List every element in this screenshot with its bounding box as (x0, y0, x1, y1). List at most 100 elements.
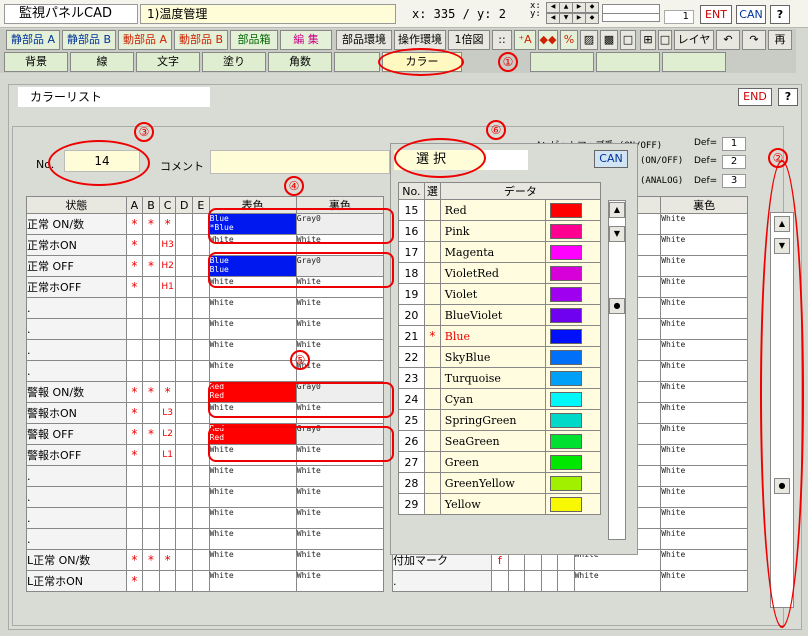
back-color-cell[interactable]: White (295, 297, 385, 319)
tab-background[interactable]: 背景 (4, 52, 68, 72)
flag-cell-c[interactable]: * (158, 381, 177, 403)
panel-help-button[interactable]: ? (778, 88, 798, 106)
flag-cell-e[interactable] (192, 486, 210, 508)
flag-cell-c[interactable] (158, 507, 177, 529)
flag-cell-d[interactable] (175, 444, 193, 466)
flag-cell-d[interactable] (175, 360, 193, 382)
color-row[interactable]: 19 Violet (398, 283, 601, 305)
zoom-slider[interactable] (602, 4, 660, 22)
nudge-dot-icon[interactable]: ◆ (585, 2, 599, 13)
flag-cell-d[interactable] (175, 255, 193, 277)
back-color-cell[interactable]: White (295, 318, 385, 340)
fill-pattern-icon[interactable]: ▩ (600, 30, 618, 50)
flag-cell-d[interactable] (175, 507, 193, 529)
flag-cell-b[interactable] (142, 318, 160, 340)
flag-cell-a[interactable]: * (125, 570, 144, 592)
tab-blank-1[interactable] (334, 52, 380, 72)
back-color-cell[interactable]: White (295, 465, 385, 487)
front-color-cell[interactable]: White (208, 486, 297, 508)
flag-cell-c[interactable]: H2 (158, 255, 177, 277)
flag-cell-e[interactable] (192, 339, 210, 361)
flag-cell-d[interactable] (175, 339, 193, 361)
front-color-cell[interactable]: White (208, 549, 297, 571)
flag-cell-c[interactable] (158, 360, 177, 382)
table-row[interactable]: . White White (26, 486, 385, 508)
flag-cell-b[interactable] (142, 360, 160, 382)
flag-cell-d[interactable] (175, 486, 193, 508)
flag-cell-a[interactable]: * (125, 213, 144, 235)
nudge-left2-icon[interactable]: ◀ (546, 13, 560, 24)
color-row[interactable]: 21 * Blue (398, 325, 601, 347)
flag-cell-b[interactable] (142, 465, 160, 487)
page-name-field[interactable]: 1)温度管理 (140, 4, 396, 24)
flag-cell-d[interactable] (175, 234, 193, 256)
nudge-left-icon[interactable]: ◀ (546, 2, 560, 13)
flag-cell-b[interactable] (142, 528, 160, 550)
table-row[interactable]: . White White (26, 339, 385, 361)
flag-cell-a[interactable]: * (125, 234, 144, 256)
frame-icon[interactable]: □ (620, 30, 636, 50)
flag-cell-a[interactable] (125, 507, 144, 529)
back-color-cell[interactable]: White (660, 255, 748, 277)
flag-cell-a[interactable] (125, 297, 144, 319)
flag-cell-e[interactable] (192, 234, 210, 256)
tab-line[interactable]: 線 (70, 52, 134, 72)
back-color-cell[interactable]: White (660, 507, 748, 529)
color-row[interactable]: 20 BlueViolet (398, 304, 601, 326)
flag-cell-e[interactable] (192, 570, 210, 592)
back-color-cell[interactable]: White (660, 549, 748, 571)
back-color-cell[interactable]: White (660, 318, 748, 340)
back-color-cell[interactable]: White (660, 360, 748, 382)
color-row[interactable]: 17 Magenta (398, 241, 601, 263)
flag-cell-d[interactable] (175, 318, 193, 340)
flag-cell-a[interactable] (125, 339, 144, 361)
back-color-cell[interactable]: White (660, 213, 748, 235)
flag-cell-b[interactable] (142, 402, 160, 424)
flag-cell-c[interactable] (158, 339, 177, 361)
back-color-cell[interactable]: White (660, 402, 748, 424)
back-color-cell[interactable]: White (295, 549, 385, 571)
back-color-cell[interactable]: White (660, 423, 748, 445)
def-c-field[interactable]: 3 (722, 174, 746, 188)
back-color-cell[interactable]: White (660, 381, 748, 403)
back-color-cell[interactable]: White (295, 360, 385, 382)
snap-icon[interactable]: ⊞ (640, 30, 656, 50)
flag-cell-a[interactable]: * (125, 549, 144, 571)
flag-cell-e[interactable] (192, 297, 210, 319)
front-color-cell[interactable]: White (208, 360, 297, 382)
front-color-cell[interactable]: White (208, 339, 297, 361)
back-color-cell[interactable]: White (295, 528, 385, 550)
redo-icon[interactable]: ↷ (742, 30, 766, 50)
enter-button[interactable]: ENT (700, 5, 732, 24)
flag-cell-d[interactable] (175, 381, 193, 403)
table-row[interactable]: . White White (26, 507, 385, 529)
flag-cell-d[interactable] (175, 213, 193, 235)
flag-cell-c[interactable] (158, 570, 177, 592)
color-row[interactable]: 22 SkyBlue (398, 346, 601, 368)
grid-icon[interactable]: :: (492, 30, 512, 50)
popup-scrollbar[interactable] (608, 200, 626, 540)
flag-cell-a[interactable] (125, 486, 144, 508)
flag-cell-b[interactable] (142, 297, 160, 319)
def-a-field[interactable]: 1 (722, 137, 746, 151)
flag-cell-b[interactable] (142, 444, 160, 466)
mark-cell[interactable] (491, 570, 509, 592)
flag-cell-b[interactable]: * (142, 423, 160, 445)
flag-cell-b[interactable] (142, 507, 160, 529)
comment-field[interactable] (210, 150, 390, 174)
flag-cell-e[interactable] (192, 507, 210, 529)
color-row[interactable]: 16 Pink (398, 220, 601, 242)
back-color-cell[interactable]: White (660, 465, 748, 487)
nudge-down-icon[interactable]: ▼ (559, 13, 573, 24)
text-style-icon[interactable]: ⁺A (514, 30, 536, 50)
back-color-cell[interactable]: White (660, 339, 748, 361)
nudge-right2-icon[interactable]: ▶ (572, 13, 586, 24)
flag-cell-a[interactable]: * (125, 276, 144, 298)
flag-cell-c[interactable]: H3 (158, 234, 177, 256)
flag-cell-e[interactable] (192, 255, 210, 277)
tool-static-a[interactable]: 静部品 A (6, 30, 60, 50)
flag-cell-e[interactable] (192, 444, 210, 466)
pattern-icon[interactable]: ▨ (580, 30, 598, 50)
table-row[interactable]: L正常 ON/数 * * * White White (26, 549, 385, 571)
back-color-cell[interactable]: White (660, 297, 748, 319)
